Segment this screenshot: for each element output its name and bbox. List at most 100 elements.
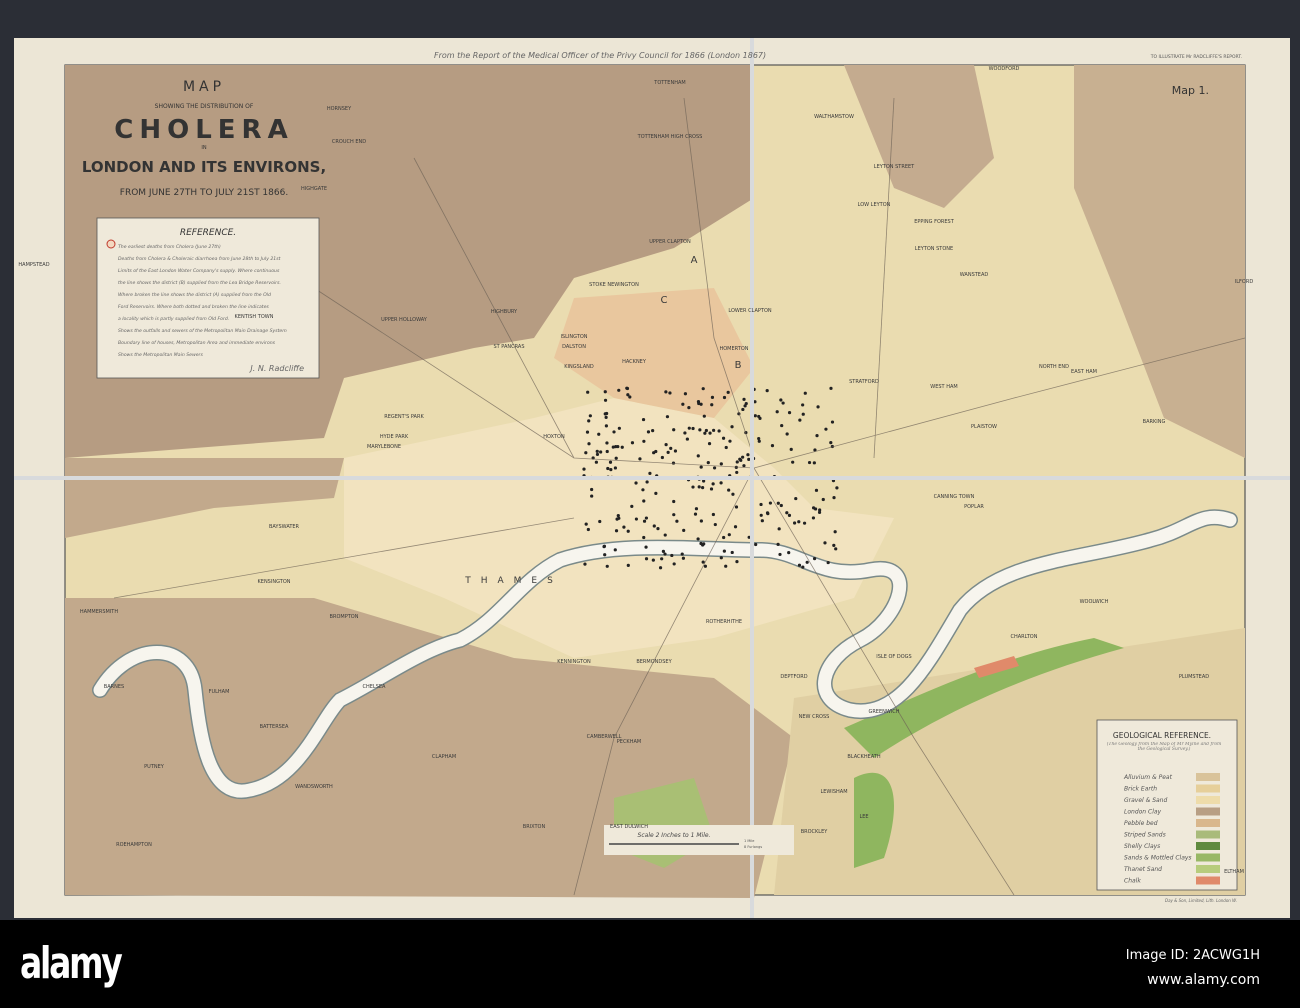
death-dot — [694, 507, 699, 511]
death-dot — [612, 430, 616, 434]
geology-swatch — [1196, 819, 1220, 827]
place-label: PLAISTOW — [971, 424, 997, 430]
geology-label: Pebble bed — [1124, 820, 1158, 827]
death-dot — [742, 464, 746, 468]
death-dot — [598, 519, 602, 524]
place-label: KINGSLAND — [564, 364, 594, 370]
death-dot — [642, 535, 646, 540]
death-dot — [707, 442, 712, 446]
death-dot — [609, 468, 613, 472]
death-dot — [588, 414, 592, 418]
place-label: EPPING FOREST — [914, 219, 954, 225]
death-dot — [702, 414, 706, 418]
place-label: FULHAM — [209, 689, 230, 695]
geology-swatch — [1196, 773, 1220, 781]
place-label: HORNSEY — [327, 106, 352, 112]
death-dot — [630, 504, 634, 508]
geology-swatch — [1196, 807, 1220, 816]
geology-label: Striped Sands — [1124, 832, 1166, 839]
death-dot — [644, 557, 649, 561]
death-dot — [792, 521, 797, 525]
geological-reference-box: GEOLOGICAL REFERENCE. (The Geology from … — [1096, 719, 1238, 903]
death-dot — [797, 520, 801, 524]
place-label: A — [691, 255, 698, 266]
handwritten-note: From the Report of the Medical Officer o… — [434, 51, 766, 60]
place-label: BERMONDSEY — [636, 659, 672, 665]
title-map: MAP — [183, 79, 225, 95]
death-dot — [687, 426, 691, 430]
death-dot — [681, 402, 685, 406]
death-dot — [625, 386, 630, 391]
death-dot — [735, 560, 739, 564]
death-dot — [672, 562, 676, 566]
death-dot — [638, 457, 642, 461]
place-label: ROTHERHITHE — [706, 619, 742, 625]
death-dot — [617, 388, 621, 392]
death-dot — [710, 403, 714, 407]
death-dot — [759, 502, 763, 507]
place-label: C — [661, 295, 668, 306]
death-dot — [613, 548, 617, 552]
place-label: BROMPTON — [330, 614, 359, 620]
place-label: BROCKLEY — [801, 829, 829, 835]
death-dot — [741, 455, 745, 459]
death-dot — [597, 432, 601, 436]
death-dot — [775, 410, 779, 414]
death-dot — [658, 566, 663, 570]
death-dot — [801, 565, 805, 569]
death-dot — [660, 557, 664, 561]
earliest-death-icon — [106, 239, 116, 249]
scale-unit-mile: 1 Mile — [744, 839, 754, 843]
place-label: HAMMERSMITH — [80, 609, 118, 615]
place-label: WANDSWORTH — [295, 784, 333, 790]
death-dot — [608, 460, 613, 464]
reference-line: Shows the outfalls and sewers of the Met… — [118, 328, 287, 334]
place-label: BARNES — [104, 684, 124, 690]
death-dot — [719, 462, 723, 466]
geology-swatch — [1196, 853, 1220, 862]
top-right-caption: TO ILLUSTRATE Mr RADCLIFFE'S REPORT. — [1150, 54, 1242, 60]
death-dot — [738, 457, 742, 461]
death-dot — [722, 395, 727, 400]
death-dot — [781, 401, 785, 405]
death-dot — [582, 467, 586, 471]
death-dot — [703, 564, 707, 568]
death-dot — [742, 397, 746, 401]
death-dot — [670, 553, 674, 558]
death-dot — [765, 389, 769, 393]
death-dot — [663, 533, 667, 537]
scale-unit-furlongs: 8 Furlongs — [744, 845, 762, 849]
place-label: GREENWICH — [868, 709, 899, 715]
place-label: CANNING TOWN — [934, 494, 975, 500]
death-dot — [721, 436, 726, 440]
place-label: WOOLWICH — [1080, 599, 1109, 605]
death-dot — [590, 494, 594, 498]
death-dot — [651, 558, 655, 562]
cholera-map: MAP SHOWING THE DISTRIBUTION OF CHOLERA … — [14, 38, 1290, 918]
death-dot — [703, 431, 707, 435]
death-dot — [733, 525, 738, 529]
death-dot — [687, 406, 691, 410]
place-label: STRATFORD — [849, 379, 879, 385]
place-label: PLUMSTEAD — [1179, 674, 1209, 680]
death-dot — [701, 387, 705, 391]
death-dot — [642, 499, 646, 503]
watermark-footer: alamy Image ID: 2ACWG1H www.alamy.com — [0, 920, 1300, 1008]
death-dot — [702, 542, 706, 546]
death-dot — [802, 521, 807, 525]
death-dot — [823, 541, 827, 545]
death-dot — [791, 460, 795, 464]
place-label: CLAPHAM — [432, 754, 456, 760]
death-dot — [587, 442, 591, 446]
death-dot — [805, 560, 809, 564]
reference-box: REFERENCE. The earliest deaths from Chol… — [96, 217, 320, 379]
death-dot — [616, 444, 620, 449]
death-dot — [817, 510, 822, 514]
death-dot — [757, 436, 761, 441]
death-dot — [642, 439, 646, 443]
reference-line: the line shows the district (B) supplied… — [118, 280, 281, 286]
place-label: NORTH END — [1039, 364, 1069, 370]
place-label: MARYLEBONE — [367, 444, 401, 450]
death-dot — [672, 513, 676, 517]
death-dot — [734, 505, 739, 509]
